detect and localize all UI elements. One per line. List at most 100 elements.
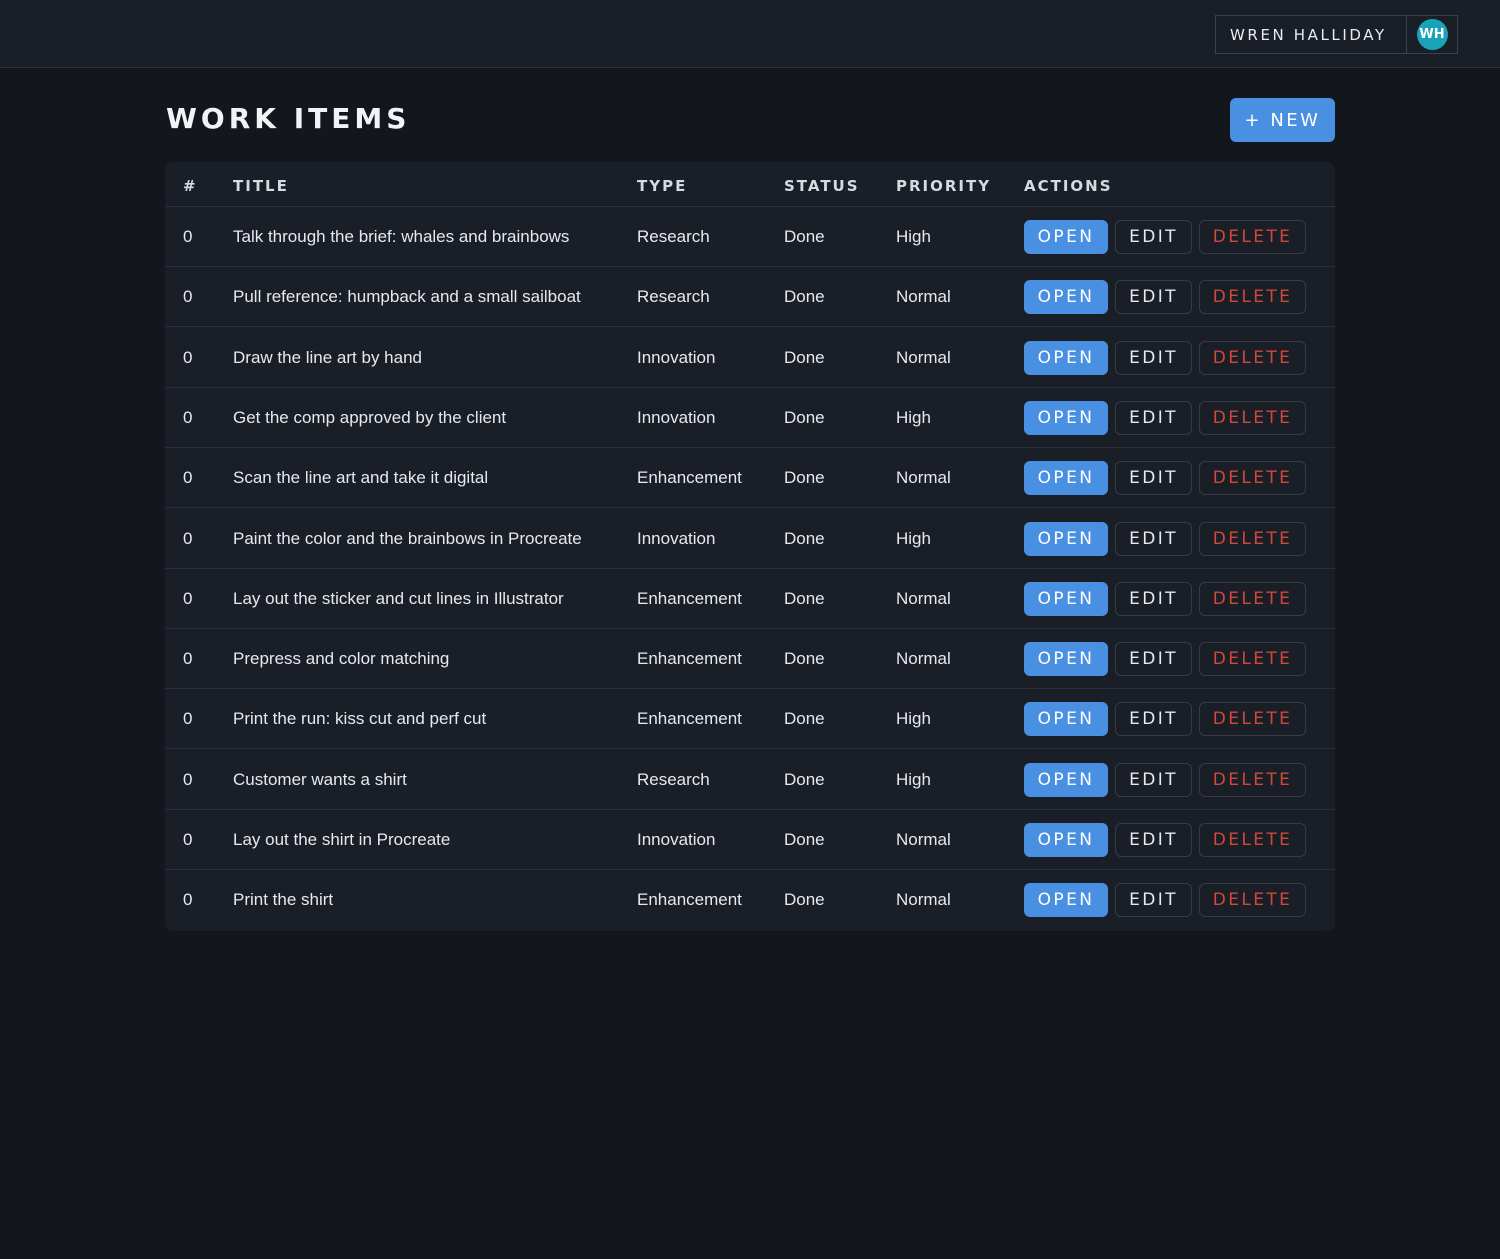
delete-button[interactable]: DELETE xyxy=(1199,883,1306,918)
delete-button[interactable]: DELETE xyxy=(1199,762,1306,797)
row-number: 0 xyxy=(183,830,193,849)
row-status: Done xyxy=(784,528,825,548)
open-button[interactable]: OPEN xyxy=(1024,823,1108,857)
row-priority: High xyxy=(896,769,931,789)
page-title: WORK ITEMS xyxy=(166,102,411,135)
edit-button[interactable]: EDIT xyxy=(1115,762,1192,797)
open-button[interactable]: OPEN xyxy=(1024,702,1108,737)
row-status: Done xyxy=(784,769,825,789)
row-number: 0 xyxy=(183,227,193,246)
delete-button[interactable]: DELETE xyxy=(1199,521,1306,556)
row-title: Lay out the shirt in Procreate xyxy=(233,830,451,849)
row-number: 0 xyxy=(183,287,193,307)
edit-button[interactable]: EDIT xyxy=(1115,400,1192,435)
open-button[interactable]: OPEN xyxy=(1024,762,1108,797)
table-row[interactable]: 0 Customer wants a shirt Research Done High O… xyxy=(165,750,1335,810)
row-title: Get the comp approved by the client xyxy=(233,407,507,427)
top-bar: WREN HALLIDAY WH xyxy=(0,0,1500,68)
table-row[interactable]: 0 Scan the line art and take it digital En… xyxy=(165,448,1335,509)
column-header-number[interactable]: # xyxy=(183,177,198,195)
column-header-priority[interactable]: PRIORITY xyxy=(896,177,991,195)
row-status: Done xyxy=(784,347,825,367)
row-number: 0 xyxy=(183,347,193,367)
open-button[interactable]: OPEN xyxy=(1024,581,1108,616)
row-number: 0 xyxy=(183,709,193,729)
delete-button[interactable]: DELETE xyxy=(1199,642,1306,677)
row-type: Enhancement xyxy=(637,709,742,729)
row-title: Print the run: kiss cut and perf cut xyxy=(233,709,487,729)
table-row[interactable]: 0 Talk through the brief: whales and brai… xyxy=(165,207,1335,267)
row-type: Innovation xyxy=(637,407,716,427)
delete-button[interactable]: DELETE xyxy=(1199,823,1306,857)
open-button[interactable]: OPEN xyxy=(1024,883,1108,918)
edit-button[interactable]: EDIT xyxy=(1115,581,1192,616)
row-title: Lay out the sticker and cut lines in Ill… xyxy=(233,588,564,608)
table-row[interactable]: 0 Print the shirt Enhancement Done Normal OPE… xyxy=(165,870,1335,930)
row-number: 0 xyxy=(183,890,193,910)
row-status: Done xyxy=(784,227,825,246)
open-button[interactable]: OPEN xyxy=(1024,521,1108,556)
open-button[interactable]: OPEN xyxy=(1024,340,1108,375)
edit-button[interactable]: EDIT xyxy=(1115,823,1192,857)
delete-button[interactable]: DELETE xyxy=(1199,340,1306,375)
column-header-title[interactable]: TITLE xyxy=(233,177,289,195)
table-row[interactable]: 0 Lay out the sticker and cut lines in Il… xyxy=(165,569,1335,629)
open-button[interactable]: OPEN xyxy=(1024,220,1108,254)
edit-button[interactable]: EDIT xyxy=(1115,220,1192,254)
delete-button[interactable]: DELETE xyxy=(1199,461,1306,496)
row-type: Research xyxy=(637,287,710,307)
row-number: 0 xyxy=(183,407,193,427)
table-row[interactable]: 0 Lay out the shirt in Procreate Innovatio… xyxy=(165,810,1335,870)
delete-button[interactable]: DELETE xyxy=(1199,400,1306,435)
row-type: Enhancement xyxy=(637,468,742,488)
delete-button[interactable]: DELETE xyxy=(1199,280,1306,315)
edit-button[interactable]: EDIT xyxy=(1115,280,1192,315)
table-row[interactable]: 0 Paint the color and the brainbows in Pr… xyxy=(165,509,1335,569)
row-number: 0 xyxy=(183,468,193,488)
open-button[interactable]: OPEN xyxy=(1024,400,1108,435)
delete-button[interactable]: DELETE xyxy=(1199,702,1306,737)
table-row[interactable]: 0 Print the run: kiss cut and perf cut Enh… xyxy=(165,689,1335,750)
user-menu[interactable]: WREN HALLIDAY WH xyxy=(1215,15,1458,54)
column-header-actions: ACTIONS xyxy=(1024,177,1113,195)
new-item-button[interactable]: + NEW xyxy=(1230,98,1335,142)
edit-button[interactable]: EDIT xyxy=(1115,702,1192,737)
row-status: Done xyxy=(784,890,825,910)
row-priority: Normal xyxy=(896,588,951,608)
edit-button[interactable]: EDIT xyxy=(1115,642,1192,677)
column-header-status[interactable]: STATUS xyxy=(784,177,860,195)
row-type: Research xyxy=(637,769,710,789)
row-priority: High xyxy=(896,227,931,246)
row-number: 0 xyxy=(183,528,193,548)
open-button[interactable]: OPEN xyxy=(1024,642,1108,677)
row-type: Innovation xyxy=(637,528,716,548)
edit-button[interactable]: EDIT xyxy=(1115,521,1192,556)
row-number: 0 xyxy=(183,769,193,789)
open-button[interactable]: OPEN xyxy=(1024,461,1108,496)
edit-button[interactable]: EDIT xyxy=(1115,461,1192,496)
row-type: Enhancement xyxy=(637,890,742,910)
table-row[interactable]: 0 Prepress and color matching Enhancement D… xyxy=(165,629,1335,690)
edit-button[interactable]: EDIT xyxy=(1115,340,1192,375)
delete-button[interactable]: DELETE xyxy=(1199,581,1306,616)
row-title: Draw the line art by hand xyxy=(233,347,422,367)
row-status: Done xyxy=(784,287,825,307)
row-title: Paint the color and the brainbows in Pro… xyxy=(233,528,582,548)
row-title: Talk through the brief: whales and brain… xyxy=(233,227,570,246)
row-type: Enhancement xyxy=(637,649,742,669)
row-title: Prepress and color matching xyxy=(233,649,450,669)
table-row[interactable]: 0 Pull reference: humpback and a small sa… xyxy=(165,267,1335,328)
open-button[interactable]: OPEN xyxy=(1024,280,1108,315)
delete-button[interactable]: DELETE xyxy=(1199,220,1306,254)
row-type: Innovation xyxy=(637,830,716,849)
row-title: Customer wants a shirt xyxy=(233,769,407,789)
edit-button[interactable]: EDIT xyxy=(1115,883,1192,918)
row-priority: Normal xyxy=(896,649,951,669)
table-row[interactable]: 0 Draw the line art by hand Innovation Done… xyxy=(165,328,1335,388)
column-header-type[interactable]: TYPE xyxy=(637,177,687,195)
row-status: Done xyxy=(784,407,825,427)
row-status: Done xyxy=(784,649,825,669)
avatar[interactable]: WH xyxy=(1416,19,1448,50)
row-priority: Normal xyxy=(896,890,951,910)
table-row[interactable]: 0 Get the comp approved by the client Inno… xyxy=(165,388,1335,448)
